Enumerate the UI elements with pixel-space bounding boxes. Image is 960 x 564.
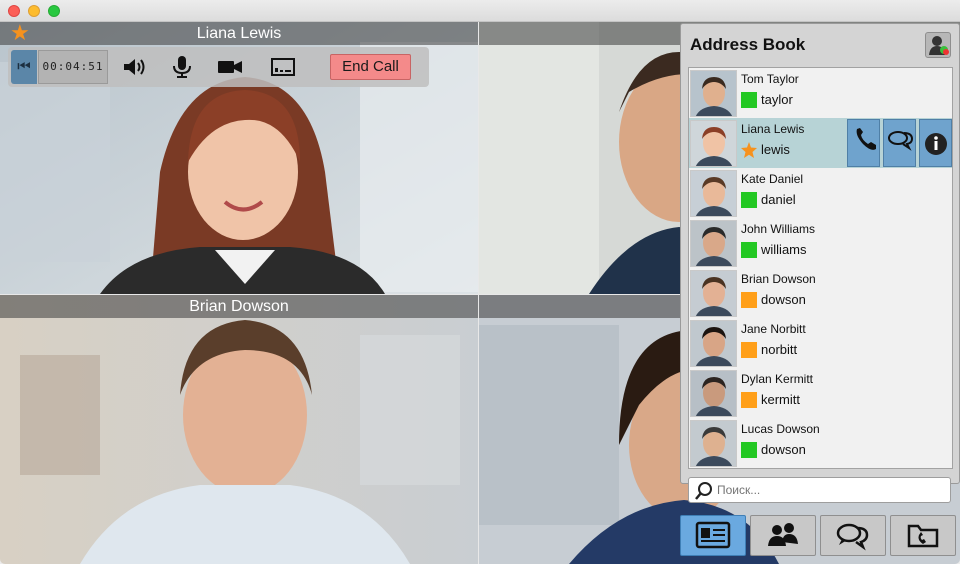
tab-groups[interactable] [750,515,816,556]
contact-login: dowson [761,442,806,457]
avatar [690,170,737,217]
contact-login: taylor [761,92,793,107]
contact-list[interactable]: Tom Taylor taylor Liana Lewis lewis Kate Dan… [688,67,953,469]
zoom-window-button[interactable] [48,5,60,17]
contact-login: kermitt [761,392,800,407]
contact-name: Brian Dowson [741,272,816,286]
status-indicator [741,242,757,258]
search-input[interactable] [717,482,942,498]
app-window: Liana Lewis Dylan K Brian Dowson [0,0,960,564]
tab-chats[interactable] [820,515,886,556]
minimize-window-button[interactable] [28,5,40,17]
contact-login: norbitt [761,342,798,357]
prev-icon[interactable]: ⏮ [11,50,37,84]
avatar [690,120,737,167]
camera-icon[interactable] [216,55,244,79]
contact-row[interactable]: Jane Norbitt norbitt [689,318,952,368]
call-history-icon [907,524,939,548]
favorite-star-icon [741,142,757,158]
avatar [690,420,737,467]
status-indicator [741,392,757,408]
end-call-button[interactable]: End Call [330,54,411,80]
contact-card-icon [695,521,731,549]
chat-button[interactable] [883,119,916,167]
title-bar [0,0,960,22]
contact-row[interactable]: Lucas Dowson dowson [689,418,952,468]
contact-row[interactable]: Tom Taylor taylor [689,68,952,118]
info-icon [925,133,947,155]
status-indicator [741,442,757,458]
contact-name: Lucas Dowson [741,422,820,436]
bottom-tab-bar [680,515,960,557]
status-indicator [741,92,757,108]
status-indicator [741,192,757,208]
close-window-button[interactable] [8,5,20,17]
microphone-icon[interactable] [168,55,196,79]
contact-name: Jane Norbitt [741,322,806,336]
avatar [690,220,737,267]
info-button[interactable] [919,119,952,167]
participant-name: Liana Lewis [0,22,478,45]
call-timer: 00:04:51 [38,50,108,84]
call-controls: ⏮ 00:04:51 End Call [8,47,429,87]
contact-login: lewis [761,142,790,157]
contact-actions [847,119,952,167]
address-book-title: Address Book [690,35,806,54]
search-icon [695,482,712,500]
contact-row[interactable]: Dylan Kermitt kermitt [689,368,952,418]
tab-call-history[interactable] [890,515,956,556]
status-indicator [741,292,757,308]
contact-name: Kate Daniel [741,172,804,186]
avatar [690,70,737,117]
call-button[interactable] [847,119,880,167]
avatar [690,270,737,317]
contact-name: Liana Lewis [741,122,805,136]
contact-login: daniel [761,192,796,207]
contact-login: dowson [761,292,806,307]
chat-icon [836,523,869,551]
favorite-star-icon[interactable]: ★ [10,22,30,44]
contact-row[interactable]: John Williams williams [689,218,952,268]
contact-name: Dylan Kermitt [741,372,814,386]
participant-name: Brian Dowson [0,295,478,318]
avatar [690,370,737,417]
phone-icon [856,128,876,150]
contact-name: Tom Taylor [741,72,799,86]
contact-login: williams [761,242,807,257]
contact-row[interactable]: Kate Daniel daniel [689,168,952,218]
video-feed [0,295,478,564]
add-contact-button[interactable] [925,32,951,58]
avatar [690,320,737,367]
contact-row[interactable]: Brian Dowson dowson [689,268,952,318]
chat-icon [888,131,914,151]
contact-name: John Williams [741,222,816,236]
status-indicator [741,342,757,358]
address-book-panel: Address Book Tom Taylor taylor Liana Lewis… [680,23,960,503]
video-tile-brian-dowson[interactable]: Brian Dowson [0,295,478,564]
tab-contacts[interactable] [680,515,746,556]
screen-share-icon[interactable] [269,55,297,79]
contact-row[interactable]: Liana Lewis lewis [689,118,952,168]
add-user-icon [929,36,949,55]
speaker-icon[interactable] [121,55,149,79]
group-icon [768,523,798,546]
search-box[interactable] [688,477,951,503]
